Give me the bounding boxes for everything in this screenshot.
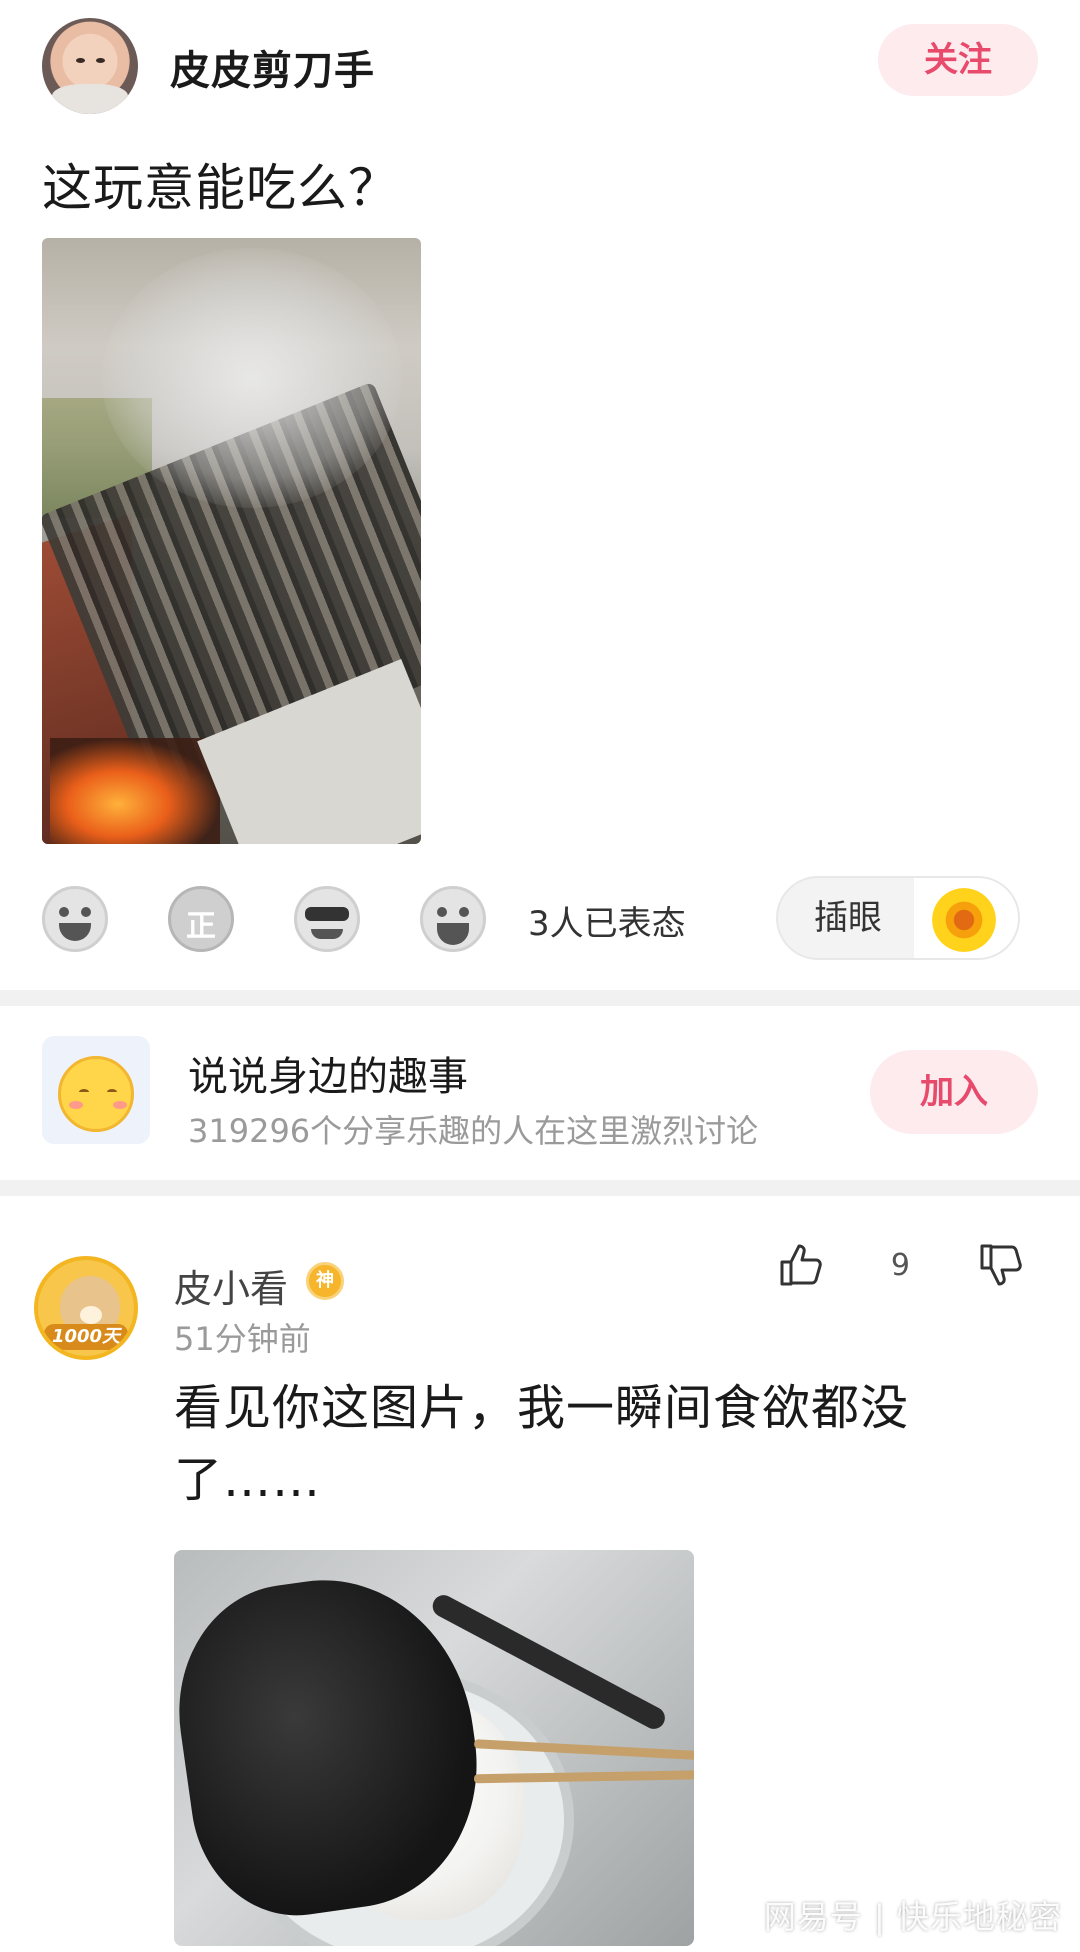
reactions-row: 正 3人已表态 插眼 [42,876,1038,960]
topic-subtitle: 319296个分享乐趣的人在这里激烈讨论 [188,1112,759,1150]
laughing-face-icon[interactable] [42,886,108,952]
section-divider [0,990,1080,1006]
thumbs-up-icon[interactable] [776,1240,826,1290]
comment: 1000天 皮小看 神 51分钟前 9 看见你这图片，我一瞬间食欲都没了…… [28,1240,1038,1952]
zheng-glyph: 正 [186,909,216,944]
commenter-name[interactable]: 皮小看 [174,1258,288,1313]
join-button[interactable]: 加入 [870,1050,1038,1134]
avatar-days-badge: 1000天 [44,1324,128,1350]
reaction-count[interactable]: 3人已表态 [528,896,686,945]
thumbs-down-icon[interactable] [976,1240,1026,1290]
photo-fire [50,738,220,844]
photo-smoke [102,248,402,508]
sunflower-icon [932,888,996,952]
comment-photo[interactable] [174,1550,694,1946]
shen-badge-icon: 神 [306,1262,344,1300]
smiley-icon [58,1056,134,1132]
comment-time: 51分钟前 [174,1320,311,1358]
follow-button[interactable]: 关注 [878,24,1038,96]
chayan-label: 插眼 [814,898,882,938]
like-count: 9 [890,1248,910,1283]
topic-title: 说说身边的趣事 [188,1054,468,1100]
section-divider [0,1180,1080,1196]
avatar-eye-right [96,58,105,63]
commenter-avatar[interactable]: 1000天 [34,1256,138,1360]
avatar-cloth [52,84,128,114]
avatar-eye-left [76,58,85,63]
post-header: 皮皮剪刀手 关注 [42,18,1038,114]
chayan-icon-box [914,878,1018,958]
author-avatar[interactable] [42,18,138,114]
zheng-icon[interactable]: 正 [168,886,234,952]
watermark: 网易号 | 快乐地秘密 [763,1898,1062,1936]
sunglasses-face-icon[interactable] [294,886,360,952]
grinning-face-icon[interactable] [420,886,486,952]
comment-text: 看见你这图片，我一瞬间食欲都没了…… [174,1380,910,1508]
topic-card[interactable]: 说说身边的趣事 319296个分享乐趣的人在这里激烈讨论 加入 [42,1022,1038,1150]
topic-avatar [42,1036,150,1144]
post-text: 这玩意能吃么？ [42,159,399,217]
chayan-button[interactable]: 插眼 [776,876,1020,960]
author-name[interactable]: 皮皮剪刀手 [170,38,375,96]
post-photo[interactable] [42,238,421,844]
